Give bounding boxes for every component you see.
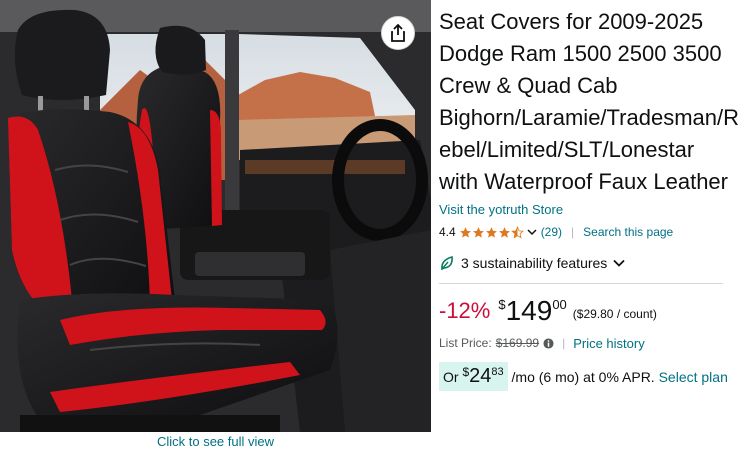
rating-value: 4.4	[439, 225, 456, 239]
product-image[interactable]	[0, 0, 431, 432]
financing-badge: Or $2483	[439, 362, 508, 391]
seat-cover-photo	[0, 0, 431, 432]
share-icon	[391, 24, 405, 42]
store-link[interactable]: Visit the yotruth Store	[439, 202, 739, 217]
financing-fraction: 83	[491, 366, 504, 378]
financing-terms: /mo (6 mo) at 0% APR.	[511, 369, 659, 385]
section-divider	[439, 283, 723, 284]
discount-percent: -12%	[439, 298, 491, 323]
list-price-row: List Price: $169.99 | Price history	[439, 334, 739, 352]
star-icon	[459, 226, 471, 238]
rating-row: 4.4 (29) | Search this page	[439, 223, 739, 241]
financing-offer: Or $2483 /mo (6 mo) at 0% APR. Select pl…	[439, 362, 739, 391]
star-icon	[472, 226, 484, 238]
sustainability-label: 3 sustainability features	[461, 255, 608, 271]
chevron-down-icon[interactable]	[527, 228, 537, 236]
select-plan-link[interactable]: Select plan	[659, 369, 728, 385]
divider-pipe: |	[562, 336, 566, 350]
financing-whole: 24	[469, 365, 492, 387]
unit-price: ($29.80 / count)	[572, 307, 657, 321]
price-history-link[interactable]: Price history	[573, 336, 645, 351]
financing-prefix: Or	[443, 369, 463, 385]
chevron-down-icon	[613, 259, 625, 267]
price-fraction: 00	[552, 297, 567, 312]
search-page-link[interactable]: Search this page	[583, 225, 673, 239]
list-price-label: List Price:	[439, 336, 492, 350]
leaf-icon	[441, 255, 453, 271]
divider-pipe: |	[571, 225, 575, 239]
product-title: Seat Covers for 2009-2025 Dodge Ram 1500…	[439, 9, 739, 194]
price-symbol: $	[498, 297, 506, 312]
sustainability-features[interactable]: 3 sustainability features	[439, 253, 739, 273]
star-rating[interactable]	[459, 225, 524, 239]
star-icon	[498, 226, 510, 238]
list-price: $169.99	[495, 336, 540, 350]
full-view-link[interactable]: Click to see full view	[0, 434, 431, 449]
product-page: Click to see full view Seat Covers for 2…	[0, 0, 745, 467]
star-icon	[485, 226, 497, 238]
share-button[interactable]	[381, 16, 415, 50]
rating-count-link[interactable]: (29)	[541, 225, 562, 239]
info-icon[interactable]	[543, 337, 554, 349]
product-info: Seat Covers for 2009-2025 Dodge Ram 1500…	[439, 6, 739, 391]
half-star-icon	[510, 225, 524, 238]
price-block: -12% $ 149 00 ($29.80 / count)	[439, 296, 739, 330]
price-whole: 149	[505, 295, 553, 326]
